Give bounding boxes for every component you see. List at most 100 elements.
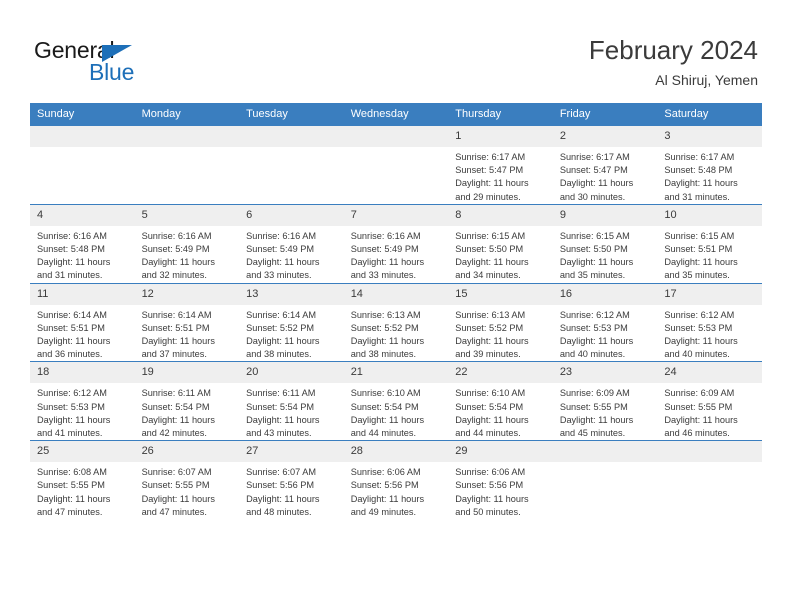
day-cell[interactable]: 19 Sunrise: 6:11 AM Sunset: 5:54 PM Dayl… [134,361,240,441]
day-cell[interactable] [343,125,449,205]
day-cell[interactable] [552,440,658,520]
day-details: Sunrise: 6:07 AM Sunset: 5:56 PM Dayligh… [239,462,344,519]
daylight-text-line2: and 31 minutes. [37,270,103,281]
day-cell[interactable]: 12 Sunrise: 6:14 AM Sunset: 5:51 PM Dayl… [134,282,240,362]
daylight-text-line1: Daylight: 11 hours [246,336,320,347]
daylight-text-line2: and 47 minutes. [37,506,103,517]
calendar-week-row: 11 Sunrise: 6:14 AM Sunset: 5:51 PM Dayl… [30,282,762,362]
day-cell[interactable] [657,440,762,520]
day-cell[interactable]: 11 Sunrise: 6:14 AM Sunset: 5:51 PM Dayl… [30,282,135,362]
day-cell[interactable]: 28 Sunrise: 6:06 AM Sunset: 5:56 PM Dayl… [343,440,449,520]
day-number: 22 [448,362,553,384]
day-number: 27 [239,441,344,463]
sunrise-text: Sunrise: 6:14 AM [141,309,212,320]
day-cell[interactable]: 7 Sunrise: 6:16 AM Sunset: 5:49 PM Dayli… [343,203,449,284]
day-cell[interactable]: 14 Sunrise: 6:13 AM Sunset: 5:52 PM Dayl… [343,282,449,362]
daylight-text-line1: Daylight: 11 hours [559,336,634,347]
sunrise-text: Sunrise: 6:15 AM [664,230,735,241]
daylight-text-line1: Daylight: 11 hours [350,336,425,347]
calendar-header-row: Sunday Monday Tuesday Wednesday Thursday… [30,103,762,126]
day-number: 8 [448,204,553,226]
day-cell[interactable]: 21 Sunrise: 6:10 AM Sunset: 5:54 PM Dayl… [343,361,449,441]
weekday-header-saturday: Saturday [657,103,762,126]
day-cell[interactable]: 17 Sunrise: 6:12 AM Sunset: 5:53 PM Dayl… [657,282,762,362]
day-cell[interactable]: 4 Sunrise: 6:16 AM Sunset: 5:48 PM Dayli… [30,203,135,284]
day-details: Sunrise: 6:14 AM Sunset: 5:51 PM Dayligh… [135,305,240,362]
day-cell[interactable]: 25 Sunrise: 6:08 AM Sunset: 5:55 PM Dayl… [30,440,135,520]
day-cell[interactable]: 27 Sunrise: 6:07 AM Sunset: 5:56 PM Dayl… [239,440,344,520]
calendar-week-row: 4 Sunrise: 6:16 AM Sunset: 5:48 PM Dayli… [30,203,762,284]
daylight-text-line1: Daylight: 11 hours [664,336,738,347]
daylight-text-line2: and 29 minutes. [455,191,521,202]
day-number [343,126,449,147]
day-cell[interactable]: 3 Sunrise: 6:17 AM Sunset: 5:48 PM Dayli… [657,125,762,205]
day-cell[interactable]: 1 Sunrise: 6:17 AM Sunset: 5:47 PM Dayli… [448,125,553,205]
day-details: Sunrise: 6:15 AM Sunset: 5:50 PM Dayligh… [448,226,553,283]
day-number: 25 [30,441,135,463]
day-cell[interactable] [239,125,344,205]
daylight-text-line1: Daylight: 11 hours [350,257,425,268]
day-cell[interactable]: 29 Sunrise: 6:06 AM Sunset: 5:56 PM Dayl… [448,440,553,520]
sunset-text: Sunset: 5:53 PM [664,322,733,333]
calendar-grid: Sunday Monday Tuesday Wednesday Thursday… [30,103,762,520]
day-number: 26 [134,441,240,463]
sunrise-text: Sunrise: 6:12 AM [559,309,630,320]
day-cell[interactable]: 6 Sunrise: 6:16 AM Sunset: 5:49 PM Dayli… [239,203,344,284]
sunrise-text: Sunrise: 6:07 AM [141,467,212,478]
day-cell[interactable]: 24 Sunrise: 6:09 AM Sunset: 5:55 PM Dayl… [657,361,762,441]
sunrise-text: Sunrise: 6:12 AM [664,309,735,320]
daylight-text-line1: Daylight: 11 hours [455,493,529,504]
day-cell[interactable]: 10 Sunrise: 6:15 AM Sunset: 5:51 PM Dayl… [657,203,762,284]
sunset-text: Sunset: 5:55 PM [664,401,733,412]
daylight-text-line1: Daylight: 11 hours [559,414,634,425]
day-cell[interactable]: 5 Sunrise: 6:16 AM Sunset: 5:49 PM Dayli… [134,203,240,284]
day-number: 17 [657,283,762,305]
weekday-header-friday: Friday [552,103,658,126]
brand-logo[interactable]: General Blue [34,38,214,88]
sunrise-text: Sunrise: 6:09 AM [664,388,735,399]
day-cell[interactable]: 26 Sunrise: 6:07 AM Sunset: 5:55 PM Dayl… [134,440,240,520]
day-cell[interactable]: 18 Sunrise: 6:12 AM Sunset: 5:53 PM Dayl… [30,361,135,441]
day-number [552,441,658,463]
daylight-text-line2: and 47 minutes. [141,506,207,517]
day-cell[interactable]: 16 Sunrise: 6:12 AM Sunset: 5:53 PM Dayl… [552,282,658,362]
day-details: Sunrise: 6:10 AM Sunset: 5:54 PM Dayligh… [344,383,449,440]
daylight-text-line1: Daylight: 11 hours [246,414,320,425]
day-details: Sunrise: 6:07 AM Sunset: 5:55 PM Dayligh… [135,462,240,519]
daylight-text-line1: Daylight: 11 hours [37,336,111,347]
daylight-text-line2: and 33 minutes. [350,270,417,281]
day-number: 24 [657,362,762,384]
day-cell[interactable]: 23 Sunrise: 6:09 AM Sunset: 5:55 PM Dayl… [552,361,658,441]
day-number: 16 [552,283,658,305]
day-cell[interactable]: 20 Sunrise: 6:11 AM Sunset: 5:54 PM Dayl… [239,361,344,441]
daylight-text-line1: Daylight: 11 hours [37,257,111,268]
day-cell[interactable]: 2 Sunrise: 6:17 AM Sunset: 5:47 PM Dayli… [552,125,658,205]
day-details: Sunrise: 6:11 AM Sunset: 5:54 PM Dayligh… [239,383,344,440]
sunrise-text: Sunrise: 6:14 AM [37,309,107,320]
sunset-text: Sunset: 5:54 PM [350,401,419,412]
sunset-text: Sunset: 5:52 PM [350,322,419,333]
day-number: 12 [134,283,240,305]
day-cell[interactable] [30,125,135,205]
daylight-text-line2: and 32 minutes. [141,270,207,281]
day-number: 29 [448,441,553,463]
day-number: 7 [343,204,449,226]
title-block: February 2024 Al Shiruj, Yemen [589,34,758,90]
day-details: Sunrise: 6:17 AM Sunset: 5:48 PM Dayligh… [657,147,762,204]
daylight-text-line2: and 35 minutes. [559,270,626,281]
day-details: Sunrise: 6:10 AM Sunset: 5:54 PM Dayligh… [448,383,553,440]
day-cell[interactable]: 8 Sunrise: 6:15 AM Sunset: 5:50 PM Dayli… [448,203,553,284]
day-cell[interactable] [134,125,240,205]
daylight-text-line2: and 40 minutes. [664,349,730,360]
daylight-text-line2: and 50 minutes. [455,506,521,517]
daylight-text-line2: and 42 minutes. [141,428,207,439]
day-details: Sunrise: 6:16 AM Sunset: 5:49 PM Dayligh… [344,226,449,283]
day-cell[interactable]: 15 Sunrise: 6:13 AM Sunset: 5:52 PM Dayl… [448,282,553,362]
day-cell[interactable]: 9 Sunrise: 6:15 AM Sunset: 5:50 PM Dayli… [552,203,658,284]
sunrise-text: Sunrise: 6:16 AM [37,230,107,241]
daylight-text-line1: Daylight: 11 hours [559,178,634,189]
day-cell[interactable]: 22 Sunrise: 6:10 AM Sunset: 5:54 PM Dayl… [448,361,553,441]
day-cell[interactable]: 13 Sunrise: 6:14 AM Sunset: 5:52 PM Dayl… [239,282,344,362]
sunrise-text: Sunrise: 6:13 AM [455,309,526,320]
daylight-text-line1: Daylight: 11 hours [37,493,111,504]
